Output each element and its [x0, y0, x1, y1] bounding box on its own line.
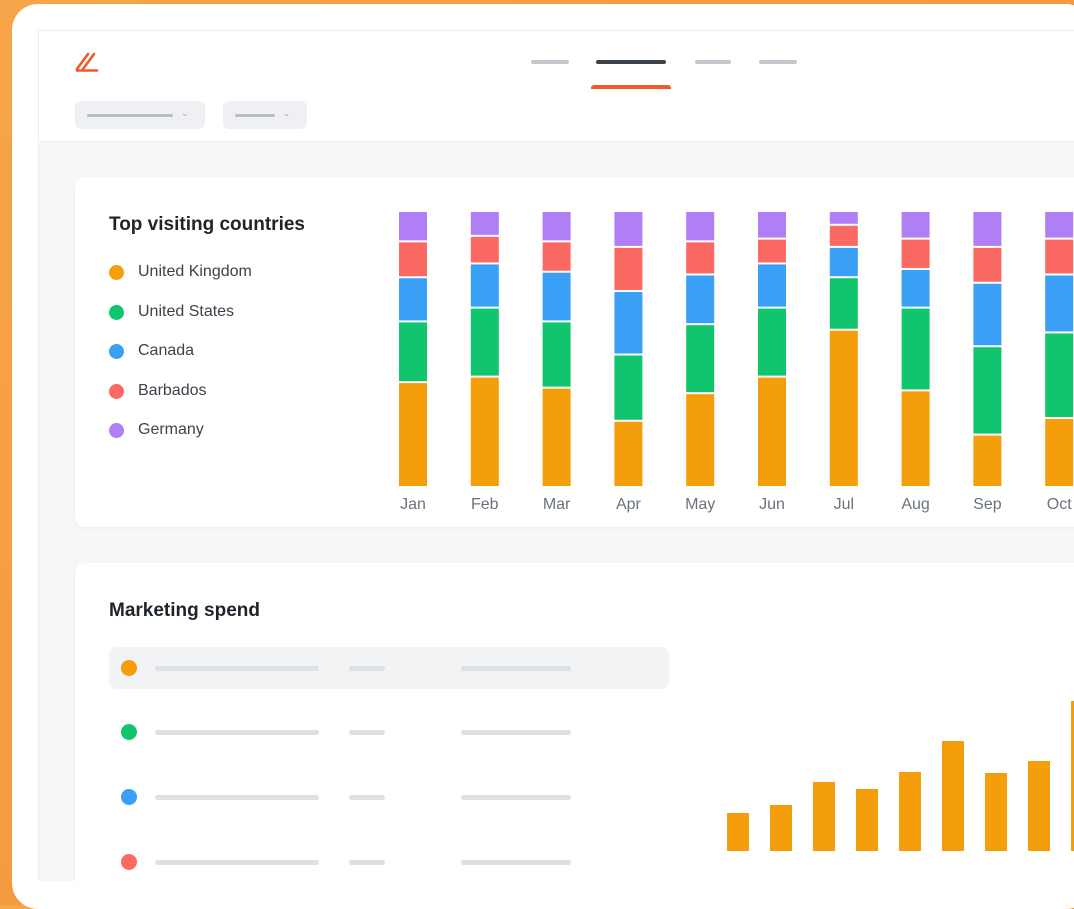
x-tick-label: Sep	[973, 496, 1002, 513]
bar-segment-jan-germany[interactable]	[399, 212, 427, 241]
nav-tab-2-active[interactable]	[596, 60, 666, 64]
filter-dropdown-1[interactable]: ⌄	[75, 101, 205, 129]
bar-segment-may-united-states[interactable]	[686, 325, 715, 393]
top-navigation-bar	[39, 31, 1074, 90]
chevron-down-icon: ⌄	[283, 108, 291, 118]
bar-segment-may-barbados[interactable]	[686, 242, 715, 274]
bar-segment-oct-germany[interactable]	[1045, 212, 1074, 238]
spend-bar-5[interactable]	[899, 772, 921, 851]
bar-segment-oct-united-kingdom[interactable]	[1045, 419, 1074, 486]
bar-segment-apr-germany[interactable]	[614, 212, 643, 246]
bar-segment-jan-united-kingdom[interactable]	[399, 383, 427, 486]
bar-segment-apr-barbados[interactable]	[614, 247, 643, 291]
x-tick-label: Oct	[1047, 496, 1072, 513]
spend-bar-6[interactable]	[942, 741, 964, 851]
bar-segment-jul-united-states[interactable]	[829, 278, 858, 329]
bar-segment-mar-germany[interactable]	[542, 212, 571, 241]
bar-segment-aug-barbados[interactable]	[901, 239, 930, 268]
bar-segment-jun-canada[interactable]	[758, 264, 786, 307]
x-tick-label: Aug	[901, 496, 929, 513]
bar-segment-jun-united-states[interactable]	[758, 308, 786, 376]
bar-segment-mar-canada[interactable]	[542, 272, 571, 321]
bar-segment-apr-canada[interactable]	[614, 292, 643, 354]
bar-segment-jul-germany[interactable]	[829, 212, 858, 224]
bar-segment-feb-germany[interactable]	[470, 212, 499, 235]
bar-segment-oct-canada[interactable]	[1045, 275, 1074, 332]
window-frame: ⌄ ⌄ Top visiting countries United Kingdo…	[12, 4, 1074, 909]
bar-segment-jul-barbados[interactable]	[829, 225, 858, 246]
nav-tab-1[interactable]	[531, 60, 569, 64]
spend-bar-8[interactable]	[1028, 761, 1050, 851]
bar-segment-jun-germany[interactable]	[758, 212, 786, 238]
x-tick-label: May	[685, 496, 715, 513]
x-tick-label: Feb	[471, 496, 499, 513]
nav-tab-3[interactable]	[695, 60, 731, 64]
spend-bar-2[interactable]	[770, 805, 792, 851]
bar-segment-feb-united-kingdom[interactable]	[470, 377, 499, 486]
x-tick-label: Jan	[400, 496, 426, 513]
x-tick-label: Jun	[759, 496, 785, 513]
bar-segment-mar-united-kingdom[interactable]	[542, 388, 571, 486]
bar-segment-jul-united-kingdom[interactable]	[829, 330, 858, 486]
bar-segment-sep-united-states[interactable]	[973, 347, 1002, 434]
filter-placeholder	[235, 114, 275, 117]
bar-segment-feb-barbados[interactable]	[470, 236, 499, 263]
bar-segment-apr-united-states[interactable]	[614, 355, 643, 420]
bar-segment-jul-canada[interactable]	[829, 247, 858, 277]
filter-bar: ⌄ ⌄	[39, 89, 1074, 142]
bar-segment-sep-united-kingdom[interactable]	[973, 435, 1002, 486]
bar-segment-jun-barbados[interactable]	[758, 239, 786, 263]
bar-segment-may-united-kingdom[interactable]	[686, 394, 715, 486]
bar-segment-oct-united-states[interactable]	[1045, 333, 1074, 417]
bar-segment-aug-united-kingdom[interactable]	[901, 391, 930, 486]
spend-bar-7[interactable]	[985, 773, 1007, 851]
bar-segment-jun-united-kingdom[interactable]	[758, 377, 786, 486]
bar-segment-oct-barbados[interactable]	[1045, 239, 1074, 274]
bar-segment-aug-united-states[interactable]	[901, 308, 930, 390]
nav-tab-4[interactable]	[759, 60, 797, 64]
bar-segment-jan-united-states[interactable]	[399, 322, 427, 382]
bar-segment-sep-canada[interactable]	[973, 283, 1002, 346]
bar-segment-may-canada[interactable]	[686, 275, 715, 324]
filter-placeholder	[87, 114, 173, 117]
bar-segment-sep-barbados[interactable]	[973, 247, 1002, 282]
filter-dropdown-2[interactable]: ⌄	[223, 101, 307, 129]
bar-segment-mar-barbados[interactable]	[542, 242, 571, 271]
spend-bar-chart	[727, 701, 1074, 851]
bar-segment-sep-germany[interactable]	[973, 212, 1002, 246]
bar-segment-jan-canada[interactable]	[399, 278, 427, 321]
bar-segment-feb-united-states[interactable]	[470, 308, 499, 376]
chevron-down-icon: ⌄	[181, 108, 189, 118]
x-tick-label: Apr	[616, 496, 642, 513]
bar-segment-aug-canada[interactable]	[901, 269, 930, 307]
spend-bar-1[interactable]	[727, 813, 749, 851]
bar-segment-feb-canada[interactable]	[470, 264, 499, 307]
bar-segment-apr-united-kingdom[interactable]	[614, 421, 643, 486]
top-visiting-countries-card: Top visiting countries United Kingdom Un…	[75, 177, 1074, 527]
bar-segment-jan-barbados[interactable]	[399, 242, 427, 277]
x-tick-label: Mar	[543, 496, 571, 513]
x-tick-label: Jul	[834, 496, 854, 513]
bar-segment-mar-united-states[interactable]	[542, 322, 571, 387]
bar-segment-aug-germany[interactable]	[901, 212, 930, 238]
bar-segment-may-germany[interactable]	[686, 212, 715, 241]
spend-bar-3[interactable]	[813, 782, 835, 851]
spend-bar-4[interactable]	[856, 789, 878, 851]
stacked-bar-chart: Jan Feb Mar Apr May Jun Jul Aug Sep Oct	[399, 212, 1074, 513]
marketing-spend-card: Marketing spend	[75, 563, 1074, 881]
logo-slash-icon[interactable]	[74, 51, 100, 73]
dashboard-app: ⌄ ⌄ Top visiting countries United Kingdo…	[38, 30, 1074, 881]
